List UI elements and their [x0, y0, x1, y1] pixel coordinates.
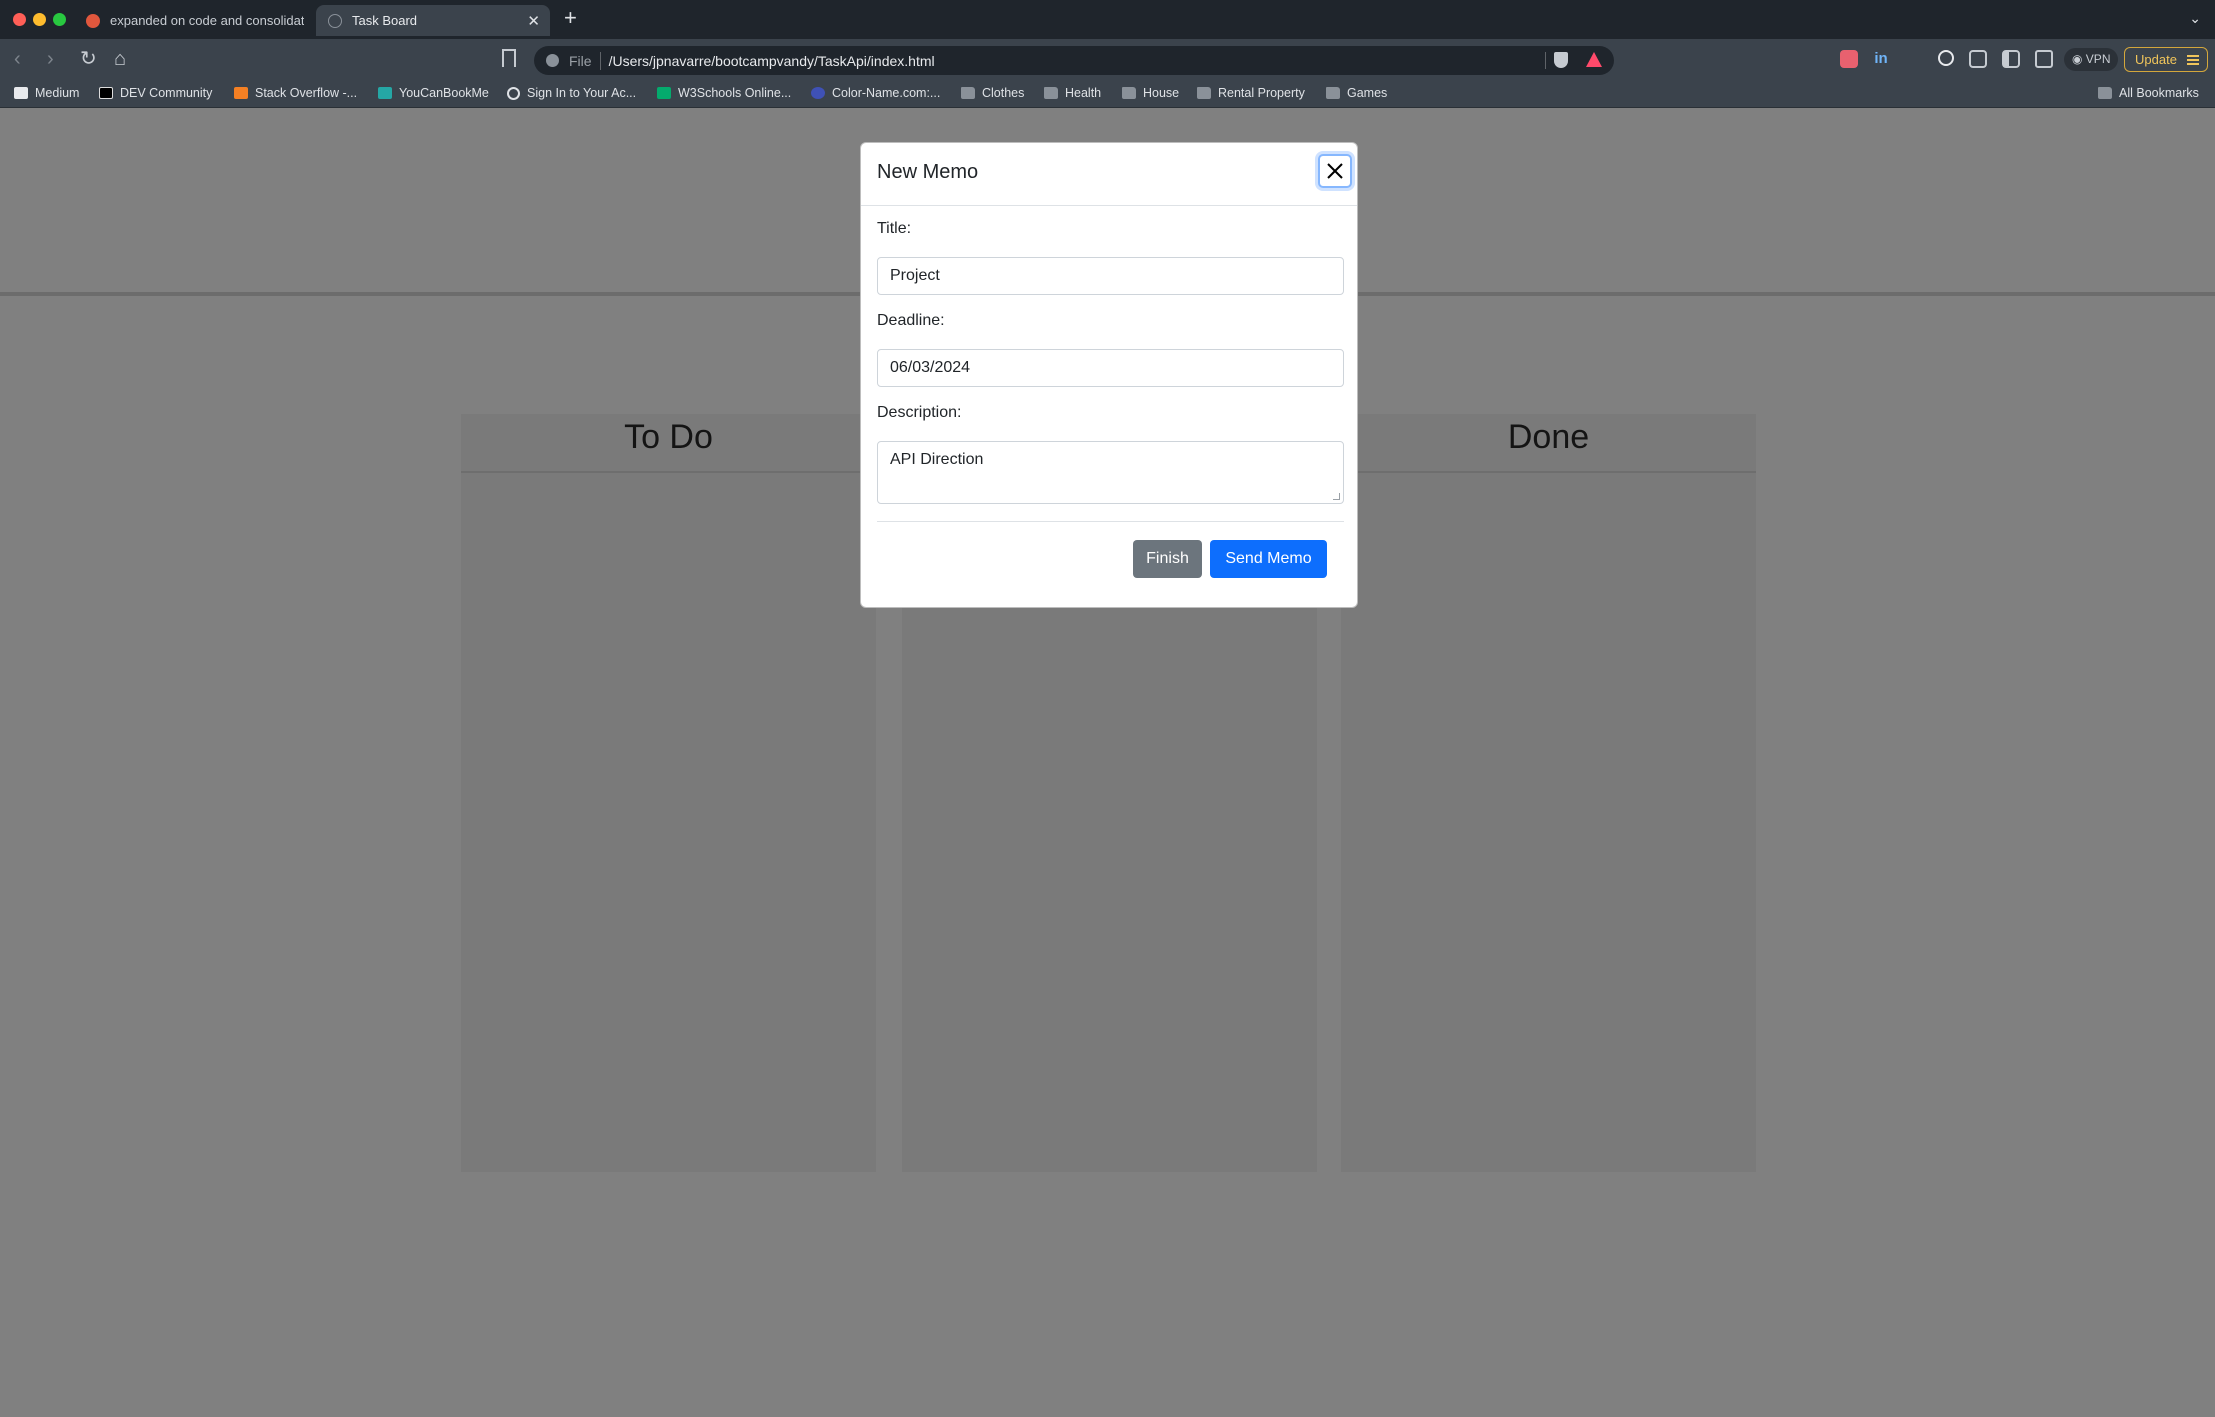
update-label: Update — [2135, 52, 2177, 67]
stackoverflow-icon — [234, 87, 248, 99]
page-favicon-icon — [328, 13, 342, 28]
back-button[interactable]: ‹ — [14, 49, 21, 69]
hamburger-menu-icon — [2187, 55, 2199, 57]
tab-task-board[interactable]: Task Board ✕ — [316, 5, 550, 36]
home-button[interactable]: ⌂ — [114, 49, 126, 69]
bookmark-youcanbookme[interactable]: YouCanBookMe — [378, 86, 489, 100]
title-input[interactable]: Project — [877, 257, 1344, 295]
folder-icon — [961, 87, 975, 99]
all-bookmarks-button[interactable]: All Bookmarks — [2098, 86, 2199, 100]
brave-shields-icon[interactable] — [1554, 52, 1568, 68]
folder-icon — [1326, 87, 1340, 99]
title-label: Title: — [877, 220, 912, 237]
youcanbookme-icon — [378, 87, 392, 99]
update-menu-button[interactable]: Update — [2124, 47, 2208, 72]
bookmark-w3schools[interactable]: W3Schools Online... — [657, 86, 791, 100]
sidebar-toggle-icon[interactable] — [2002, 50, 2020, 68]
folder-icon — [1122, 87, 1136, 99]
bookmark-sign-in[interactable]: Sign In to Your Ac... — [507, 86, 636, 100]
folder-icon — [1197, 87, 1211, 99]
theme-extension-icon[interactable] — [1938, 50, 1954, 66]
bookmark-label: YouCanBookMe — [399, 86, 489, 100]
omnibox-divider — [1545, 52, 1546, 69]
tab-expanded-code[interactable]: expanded on code and consolidat — [74, 5, 310, 36]
bookmark-label: Medium — [35, 86, 80, 100]
bookmark-label: W3Schools Online... — [678, 86, 792, 100]
close-tab-icon[interactable]: ✕ — [527, 12, 540, 30]
description-textarea[interactable]: API Direction — [877, 441, 1344, 504]
bookmark-label: DEV Community — [120, 86, 213, 100]
tab-label: Task Board — [352, 13, 418, 28]
bookmark-label: Games — [1347, 86, 1388, 100]
bookmark-folder-clothes[interactable]: Clothes — [961, 86, 1024, 100]
tab-label: expanded on code and consolidat — [110, 13, 305, 28]
vpn-button[interactable]: ◉ VPN — [2064, 48, 2119, 71]
new-tab-button[interactable]: + — [564, 7, 577, 29]
new-memo-modal: New Memo Title: Project Deadline: 06/03/… — [860, 142, 1358, 608]
lane-title: To Do — [461, 414, 876, 473]
extension-icon[interactable] — [1906, 50, 1924, 68]
bookmark-stack-overflow[interactable]: Stack Overflow -... — [234, 86, 357, 100]
minimize-window-button[interactable] — [33, 13, 46, 26]
bookmark-label: Sign In to Your Ac... — [527, 86, 637, 100]
modal-title: New Memo — [877, 161, 979, 183]
all-bookmarks-label: All Bookmarks — [2119, 86, 2199, 100]
reload-button[interactable]: ↻ — [80, 49, 97, 69]
bookmark-folder-games[interactable]: Games — [1326, 86, 1387, 100]
w3schools-icon — [657, 87, 671, 99]
brave-favicon-icon — [86, 13, 100, 28]
send-memo-button[interactable]: Send Memo — [1210, 540, 1327, 578]
medium-icon — [14, 87, 28, 99]
tab-search-chevron-icon[interactable]: ⌄ — [2189, 10, 2201, 27]
url-separator — [599, 51, 601, 70]
bookmark-label: Stack Overflow -... — [255, 86, 358, 100]
close-window-button[interactable] — [13, 13, 26, 26]
bookmark-label: Clothes — [982, 86, 1025, 100]
video-extension-icon[interactable] — [1840, 50, 1858, 68]
bookmark-folder-house[interactable]: House — [1122, 86, 1179, 100]
bookmark-page-icon[interactable] — [502, 49, 516, 67]
url-text[interactable]: /Users/jpnavarre/bootcampvandy/TaskApi/i… — [609, 53, 935, 69]
bookmark-folder-rental-property[interactable]: Rental Property — [1197, 86, 1305, 100]
extensions-puzzle-icon[interactable] — [1969, 50, 1987, 68]
globe-icon — [507, 86, 520, 100]
dev-icon — [99, 87, 113, 99]
forward-button[interactable]: › — [47, 49, 54, 69]
tab-bar: expanded on code and consolidat Task Boa… — [0, 0, 2215, 39]
lane-done: Done — [1341, 414, 1756, 1172]
browser-toolbar: ‹ › ↻ ⌂ File /Users/jpnavarre/bootcampva… — [0, 39, 2215, 81]
bookmark-folder-health[interactable]: Health — [1044, 86, 1101, 100]
bookmark-color-name[interactable]: Color-Name.com:... — [811, 86, 940, 100]
modal-footer-divider — [877, 521, 1344, 522]
site-info-icon[interactable] — [546, 54, 559, 67]
deadline-input[interactable]: 06/03/2024 — [877, 349, 1344, 387]
modal-header: New Memo — [861, 143, 1357, 206]
description-text: API Direction — [890, 451, 984, 468]
bookmark-label: Rental Property — [1218, 86, 1305, 100]
folder-icon — [1044, 87, 1058, 99]
deadline-label: Deadline: — [877, 312, 945, 329]
bookmark-label: House — [1143, 86, 1180, 100]
description-label: Description: — [877, 404, 962, 421]
lane-to-do: To Do — [461, 414, 876, 1172]
linkedin-extension-icon[interactable]: in — [1872, 50, 1890, 68]
modal-close-button[interactable] — [1318, 154, 1352, 188]
folder-icon — [2098, 87, 2112, 99]
wallet-icon[interactable] — [2035, 50, 2053, 68]
url-scheme: File — [569, 52, 592, 69]
address-bar[interactable]: File /Users/jpnavarre/bootcampvandy/Task… — [534, 46, 1614, 75]
maximize-window-button[interactable] — [53, 13, 66, 26]
colorname-icon — [811, 87, 825, 99]
resize-handle-icon[interactable] — [1333, 493, 1340, 500]
close-icon — [1327, 163, 1343, 179]
bookmark-medium[interactable]: Medium — [14, 86, 79, 100]
bookmarks-bar: Medium DEV Community Stack Overflow -...… — [0, 81, 2215, 108]
bookmark-label: Color-Name.com:... — [832, 86, 941, 100]
lane-title: Done — [1341, 414, 1756, 473]
finish-button[interactable]: Finish — [1133, 540, 1202, 578]
bookmark-label: Health — [1065, 86, 1102, 100]
brave-rewards-icon[interactable] — [1586, 52, 1602, 67]
bookmark-dev-community[interactable]: DEV Community — [99, 86, 212, 100]
